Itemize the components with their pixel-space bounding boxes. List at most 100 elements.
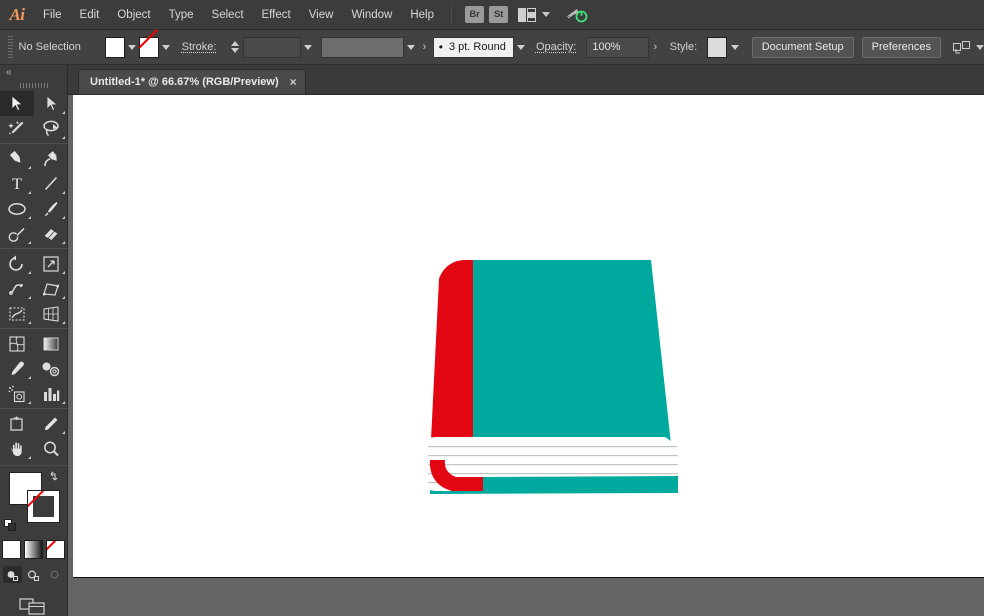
default-fill-stroke-icon[interactable] (4, 519, 17, 532)
free-transform-tool[interactable] (34, 276, 68, 301)
pen-tool[interactable] (0, 146, 34, 171)
line-segment-tool[interactable] (34, 171, 68, 196)
opacity-field[interactable]: 100% (586, 37, 649, 58)
document-setup-button[interactable]: Document Setup (752, 37, 854, 58)
gradient-fill-button[interactable] (24, 540, 43, 559)
brush-definition-field[interactable]: • 3 pt. Round (433, 37, 514, 58)
menu-effect[interactable]: Effect (253, 0, 300, 30)
type-tool[interactable]: T (0, 171, 34, 196)
menu-edit[interactable]: Edit (71, 0, 109, 30)
menu-file[interactable]: File (34, 0, 71, 30)
stroke-profile-field[interactable] (321, 37, 404, 58)
graphic-style-chevron-down-icon[interactable] (727, 37, 741, 58)
tool-flyout-indicator (62, 431, 65, 434)
tool-flyout-indicator (28, 216, 31, 219)
stroke-label[interactable]: Stroke: (182, 41, 217, 53)
tool-flyout-indicator (62, 241, 65, 244)
curvature-tool[interactable] (34, 146, 68, 171)
opacity-label[interactable]: Opacity: (536, 41, 576, 53)
brush-definition-chevron-down-icon[interactable] (514, 37, 528, 58)
draw-inside-button[interactable] (45, 566, 64, 583)
illustrator-window: Ai File Edit Object Type Select Effect V… (0, 0, 984, 616)
control-bar-grip[interactable] (8, 36, 13, 58)
stroke-profile-chevron-down-icon[interactable] (404, 37, 418, 58)
change-screen-mode-button[interactable] (19, 596, 49, 616)
hand-tool[interactable] (0, 436, 34, 461)
chevron-down-icon[interactable] (542, 12, 550, 17)
artboard[interactable] (73, 95, 984, 578)
stroke-swatch-chevron-down-icon[interactable] (159, 37, 173, 58)
tool-flyout-indicator (28, 241, 31, 244)
artboard-tool[interactable] (0, 411, 34, 436)
sync-settings-icon[interactable] (564, 6, 588, 24)
direct-selection-tool[interactable] (34, 91, 68, 116)
fill-swatch-chevron-down-icon[interactable] (125, 37, 139, 58)
stock-button[interactable]: St (489, 6, 508, 23)
draw-normal-button[interactable] (3, 566, 22, 583)
gradient-tool[interactable] (34, 331, 68, 356)
stroke-options-expand-icon[interactable]: › (418, 37, 431, 58)
arrange-documents-icon[interactable] (518, 8, 536, 22)
eraser-tool[interactable] (34, 221, 68, 246)
tool-flyout-indicator (62, 271, 65, 274)
collapse-panel-icon[interactable]: « (6, 67, 11, 78)
paintbrush-tool[interactable] (34, 196, 68, 221)
magic-wand-tool[interactable] (0, 116, 34, 141)
rotate-tool[interactable] (0, 251, 34, 276)
mesh-tool[interactable] (0, 331, 34, 356)
align-transform-icon[interactable] (953, 40, 971, 54)
scale-tool[interactable] (34, 251, 68, 276)
menu-help[interactable]: Help (401, 0, 443, 30)
stroke-weight-chevron-down-icon[interactable] (301, 37, 315, 58)
shape-builder-tool[interactable] (0, 301, 34, 326)
tool-flyout-indicator (62, 216, 65, 219)
tool-flyout-indicator (28, 376, 31, 379)
stroke-weight-stepper[interactable] (229, 37, 240, 58)
blob-brush-tool[interactable] (0, 221, 34, 246)
menu-window[interactable]: Window (342, 0, 401, 30)
slice-tool[interactable] (34, 411, 68, 436)
graphic-style-swatch[interactable] (707, 37, 727, 58)
eyedropper-tool[interactable] (0, 356, 34, 381)
color-fill-button[interactable] (2, 540, 21, 559)
tool-flyout-indicator (62, 136, 65, 139)
tools-panel-grip[interactable] (0, 79, 67, 91)
menu-select[interactable]: Select (203, 0, 253, 30)
stroke-swatch[interactable] (139, 37, 159, 58)
column-graph-tool[interactable] (34, 381, 68, 406)
style-label: Style: (670, 41, 698, 53)
close-icon[interactable]: × (290, 76, 297, 88)
tool-flyout-indicator (28, 191, 31, 194)
fill-swatch[interactable] (105, 37, 125, 58)
menu-object[interactable]: Object (108, 0, 159, 30)
canvas-area[interactable] (68, 95, 984, 616)
tool-divider (0, 328, 68, 329)
lasso-tool[interactable] (34, 116, 68, 141)
ellipse-tool[interactable] (0, 196, 34, 221)
none-fill-button[interactable] (46, 540, 65, 559)
stroke-weight-field[interactable] (243, 37, 300, 58)
blend-tool[interactable] (34, 356, 68, 381)
draw-behind-button[interactable] (24, 566, 43, 583)
tool-flyout-indicator (28, 321, 31, 324)
preferences-button[interactable]: Preferences (862, 37, 941, 58)
menu-view[interactable]: View (300, 0, 343, 30)
width-tool[interactable] (0, 276, 34, 301)
tool-flyout-indicator (28, 456, 31, 459)
menu-type[interactable]: Type (160, 0, 203, 30)
stroke-color-swatch[interactable] (27, 490, 60, 523)
book-illustration[interactable] (73, 95, 984, 578)
zoom-tool[interactable] (34, 436, 68, 461)
align-chevron-down-icon[interactable] (976, 45, 984, 50)
perspective-grid-tool[interactable] (34, 301, 68, 326)
tool-flyout-indicator (28, 271, 31, 274)
fill-stroke-controls (0, 470, 68, 536)
selection-tool[interactable] (0, 91, 34, 116)
opacity-expand-icon[interactable]: › (649, 37, 662, 58)
symbol-sprayer-tool[interactable] (0, 381, 34, 406)
document-tab[interactable]: Untitled-1* @ 66.67% (RGB/Preview) × (78, 69, 306, 94)
swap-fill-stroke-icon[interactable] (49, 470, 61, 482)
bridge-button[interactable]: Br (465, 6, 484, 23)
svg-text:T: T (12, 176, 22, 192)
tool-flyout-indicator (62, 296, 65, 299)
